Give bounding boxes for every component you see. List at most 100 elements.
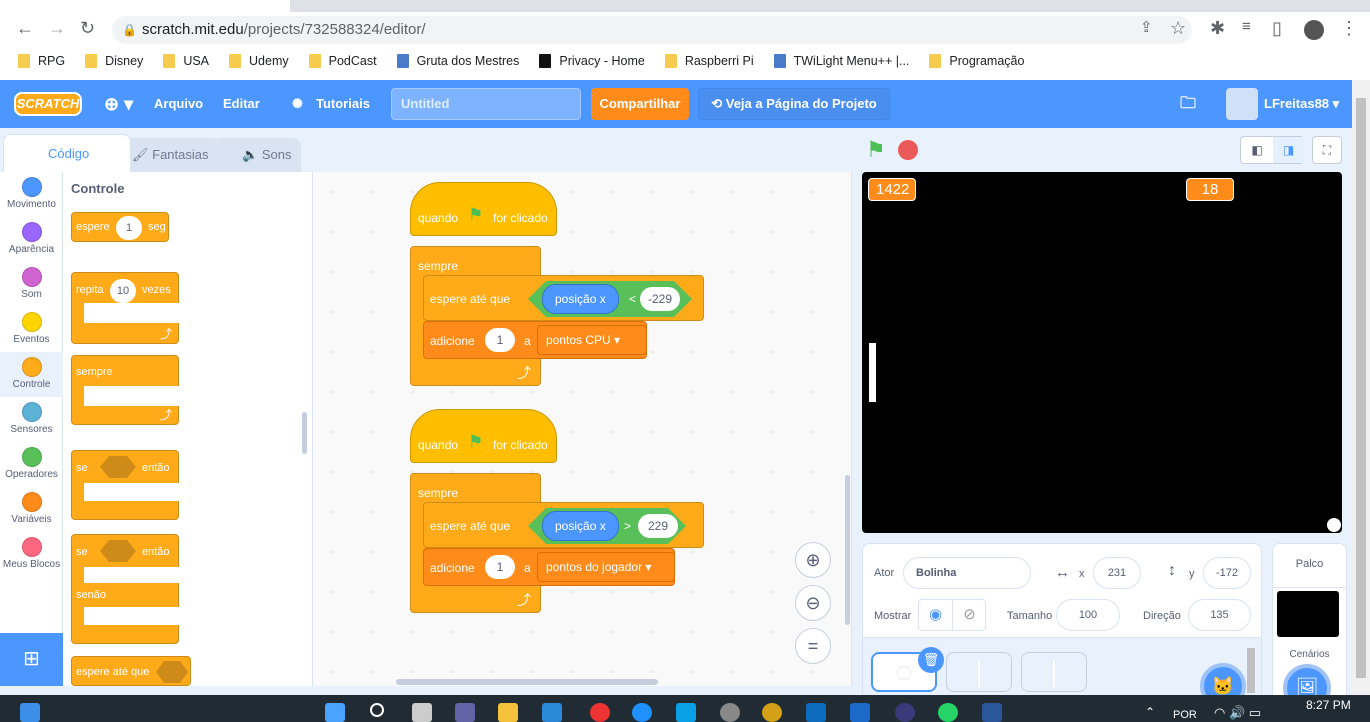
forward-icon[interactable]: → (48, 18, 66, 39)
app-icon-3[interactable] (850, 703, 870, 722)
stage-canvas[interactable]: 1422 18 (862, 172, 1342, 533)
tab-code-active[interactable]: Código (3, 134, 131, 172)
reading-list-icon[interactable]: ≡ (1242, 18, 1251, 35)
bookmark-0[interactable]: RPG (18, 54, 65, 68)
star-icon[interactable]: ☆ (1170, 18, 1186, 39)
reload-icon[interactable]: ↻ (80, 18, 95, 39)
delete-sprite-trash-icon[interactable]: 🗑 (918, 647, 944, 673)
change-value-input[interactable]: 1 (485, 555, 515, 579)
compare-value-input[interactable]: -229 (640, 287, 680, 311)
stage-thumbnail[interactable] (1277, 591, 1339, 637)
script-hscrollbar[interactable] (396, 679, 658, 685)
store-icon[interactable] (542, 703, 562, 722)
chrome-icon[interactable] (590, 703, 610, 722)
category-4[interactable]: Controle (0, 352, 63, 397)
word-icon[interactable] (982, 703, 1002, 722)
palette-block-repeat[interactable]: repita 10 vezes ⤴ (71, 272, 180, 344)
wifi-volume-battery-icons[interactable]: ◠ 🔊 ▭ (1214, 705, 1261, 721)
when-flag-clicked-block[interactable]: quando ⚑ for clicado (410, 409, 557, 463)
settings-icon[interactable] (720, 703, 740, 722)
see-project-page-button[interactable]: ⟲ Veja a Página do Projeto (698, 88, 890, 120)
green-flag-icon[interactable]: ⚑ (866, 137, 886, 163)
repeat-input[interactable]: 10 (110, 279, 136, 303)
teams-icon[interactable] (455, 703, 475, 722)
palette-block-wait-until[interactable]: espere até que (71, 656, 191, 686)
bookmark-8[interactable]: TWiLight Menu++ |... (773, 54, 909, 68)
stage-panel[interactable]: Palco Cenários 🖼 (1272, 543, 1347, 712)
category-5[interactable]: Sensores (0, 397, 63, 442)
category-2[interactable]: Som (0, 262, 63, 307)
show-eye-icon[interactable]: ◉ (919, 600, 953, 630)
app-icon[interactable] (632, 703, 652, 722)
variable-dropdown[interactable]: pontos CPU ▾ (537, 325, 647, 355)
x-position-reporter[interactable]: posição x (542, 511, 619, 541)
whatsapp-icon[interactable] (938, 703, 958, 722)
share-icon[interactable]: ⇪ (1140, 18, 1153, 36)
browser-tab[interactable] (0, 0, 290, 12)
eclipse-icon[interactable] (895, 703, 915, 722)
language-globe-icon[interactable]: ⊕ ▾ (104, 80, 133, 128)
x-input[interactable]: 231 (1093, 557, 1141, 589)
paddle-sprite[interactable] (869, 343, 876, 402)
bookmark-5[interactable]: Gruta dos Mestres (396, 54, 519, 68)
wait-until-block[interactable]: espere até que posição x < -229 (423, 275, 704, 321)
zoom-in-button[interactable]: ⊕ (795, 542, 831, 578)
bookmark-1[interactable]: Disney (85, 54, 143, 68)
normal-stage-icon[interactable]: ◨ (1273, 137, 1304, 163)
category-6[interactable]: Operadores (0, 442, 63, 487)
y-input[interactable]: -172 (1203, 557, 1251, 589)
change-variable-block[interactable]: adicione 1 a pontos do jogador ▾ (423, 548, 675, 586)
bookmark-4[interactable]: PodCast (308, 54, 377, 68)
widgets-icon[interactable] (325, 703, 345, 722)
change-variable-block[interactable]: adicione 1 a pontos CPU ▾ (423, 321, 647, 359)
outlook-icon[interactable] (806, 703, 826, 722)
task-view-icon[interactable] (412, 703, 432, 722)
bookmark-6[interactable]: Privacy - Home (539, 54, 645, 68)
language-indicator[interactable]: POR (1173, 709, 1197, 721)
wait-until-block[interactable]: espere até que posição x >229 (423, 502, 704, 548)
project-title-input[interactable]: Untitled (391, 88, 581, 120)
sprite-thumb-2[interactable] (946, 652, 1012, 692)
side-panel-icon[interactable]: ▯ (1272, 18, 1282, 39)
x-position-reporter[interactable]: posição x (542, 284, 619, 314)
hide-icon[interactable]: ⊘ (953, 600, 986, 630)
tray-chevron-icon[interactable]: ⌃ (1145, 705, 1155, 719)
script-vscrollbar[interactable] (845, 475, 850, 625)
zoom-reset-button[interactable]: = (795, 628, 831, 664)
variable-dropdown[interactable]: pontos do jogador ▾ (537, 552, 675, 582)
stop-icon[interactable] (898, 140, 918, 160)
file-explorer-icon[interactable] (498, 703, 518, 722)
palette-block-if[interactable]: se então (71, 450, 180, 520)
ball-sprite[interactable] (1327, 518, 1341, 532)
category-0[interactable]: Movimento (0, 172, 63, 217)
condition-slot[interactable] (156, 661, 188, 683)
bookmark-2[interactable]: USA (163, 54, 209, 68)
change-value-input[interactable]: 1 (485, 328, 515, 352)
menu-tutorials[interactable]: Tutoriais (316, 80, 370, 128)
sprite-name-input[interactable]: Bolinha (903, 557, 1031, 589)
user-menu[interactable]: LFreitas88 ▾ (1264, 80, 1339, 128)
app-icon-2[interactable] (762, 703, 782, 722)
bookmark-3[interactable]: Udemy (229, 54, 289, 68)
skype-icon[interactable] (676, 703, 696, 722)
scratch-logo[interactable]: SCRATCH (14, 92, 82, 116)
fullscreen-icon[interactable]: ⛶ (1312, 136, 1342, 164)
more-icon[interactable]: ⋮ (1340, 18, 1358, 39)
category-3[interactable]: Eventos (0, 307, 63, 352)
zoom-out-button[interactable]: ⊖ (795, 585, 831, 621)
add-extension-button[interactable]: ⊞ (0, 633, 63, 686)
bookmark-9[interactable]: Programação (929, 54, 1024, 68)
condition-slot[interactable] (100, 540, 136, 562)
tab-sounds[interactable]: 🔈 Sons (213, 138, 301, 172)
palette-block-wait[interactable]: espere 1 seg (71, 212, 169, 242)
size-input[interactable]: 100 (1056, 599, 1120, 631)
share-button[interactable]: Compartilhar (591, 88, 689, 120)
start-icon[interactable] (20, 703, 40, 722)
profile-avatar[interactable] (1304, 20, 1324, 40)
url-input[interactable]: 🔒 scratch.mit.edu/projects/732588324/edit… (112, 16, 1192, 44)
condition-slot[interactable] (100, 456, 136, 478)
when-flag-clicked-block[interactable]: quando ⚑ for clicado (410, 182, 557, 236)
user-avatar[interactable] (1226, 88, 1258, 120)
script-stack[interactable]: sempre ⤴ quando ⚑ for clicado espere até que p… (410, 409, 710, 619)
page-scrollbar[interactable] (1352, 80, 1370, 695)
